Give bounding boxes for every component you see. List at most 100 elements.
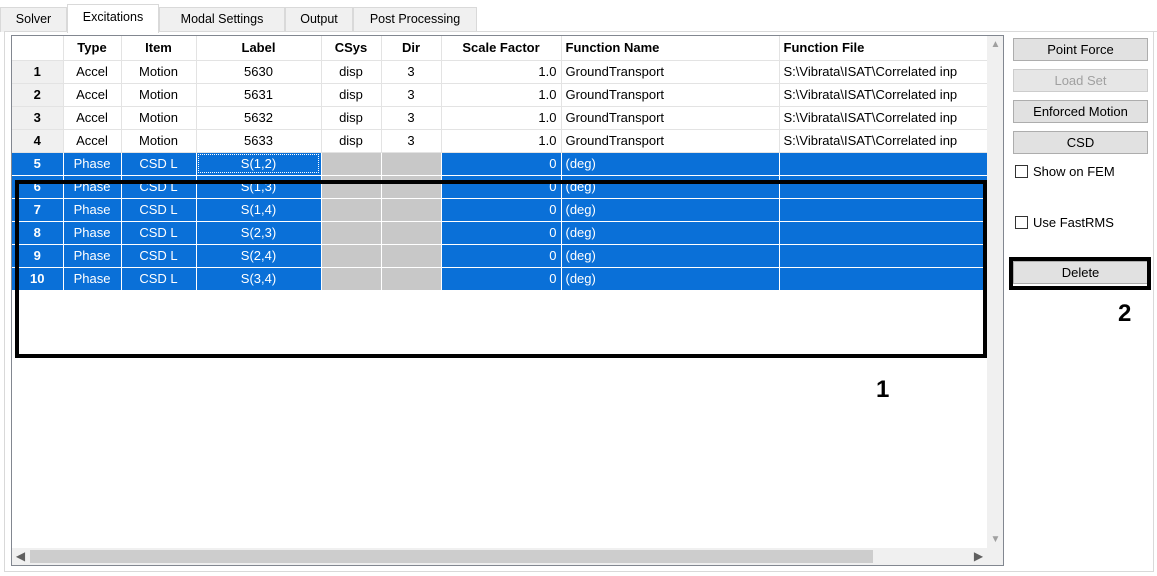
header-scale-factor[interactable]: Scale Factor: [441, 36, 562, 61]
cell-scale-factor[interactable]: 1.0: [441, 83, 562, 107]
cell-label[interactable]: 5633: [196, 129, 322, 153]
cell-csys[interactable]: disp: [321, 60, 382, 84]
cell-label[interactable]: 5631: [196, 83, 322, 107]
cell-item[interactable]: CSD L: [121, 152, 197, 176]
header-csys[interactable]: CSys: [321, 36, 382, 61]
cell-function-name[interactable]: GroundTransport: [561, 83, 780, 107]
cell-function-name[interactable]: GroundTransport: [561, 129, 780, 153]
cell-function-file[interactable]: S:\Vibrata\ISAT\Correlated inp: [779, 106, 988, 130]
cell-type[interactable]: Phase: [63, 198, 122, 222]
delete-button[interactable]: Delete: [1013, 261, 1148, 284]
cell-dir[interactable]: 3: [381, 60, 442, 84]
tab-excitations[interactable]: Excitations: [67, 4, 159, 33]
cell-csys[interactable]: [321, 221, 382, 245]
cell-label[interactable]: S(1,4): [196, 198, 322, 222]
scroll-right-icon[interactable]: ▶: [970, 548, 987, 565]
row-number[interactable]: 9: [12, 244, 64, 268]
cell-item[interactable]: Motion: [121, 106, 197, 130]
cell-label[interactable]: S(2,3): [196, 221, 322, 245]
table-row-selected[interactable]: 8 Phase CSD L S(2,3) 0 (deg): [12, 221, 988, 245]
cell-dir[interactable]: [381, 152, 442, 176]
table-row[interactable]: 2 Accel Motion 5631 disp 3 1.0 GroundTra…: [12, 83, 988, 107]
table-row[interactable]: 4 Accel Motion 5633 disp 3 1.0 GroundTra…: [12, 129, 988, 153]
cell-type[interactable]: Accel: [63, 106, 122, 130]
cell-scale-factor[interactable]: 1.0: [441, 106, 562, 130]
cell-scale-factor[interactable]: 0: [441, 175, 562, 199]
cell-item[interactable]: CSD L: [121, 198, 197, 222]
cell-function-name[interactable]: (deg): [561, 152, 780, 176]
row-number[interactable]: 1: [12, 60, 64, 84]
cell-type[interactable]: Phase: [63, 267, 122, 291]
row-number[interactable]: 8: [12, 221, 64, 245]
cell-function-file[interactable]: [779, 267, 988, 291]
cell-label[interactable]: 5630: [196, 60, 322, 84]
cell-item[interactable]: CSD L: [121, 175, 197, 199]
table-row[interactable]: 3 Accel Motion 5632 disp 3 1.0 GroundTra…: [12, 106, 988, 130]
header-type[interactable]: Type: [63, 36, 122, 61]
row-number[interactable]: 3: [12, 106, 64, 130]
cell-type[interactable]: Phase: [63, 244, 122, 268]
cell-function-name[interactable]: (deg): [561, 244, 780, 268]
cell-label[interactable]: S(1,2): [196, 152, 322, 176]
cell-scale-factor[interactable]: 0: [441, 152, 562, 176]
cell-scale-factor[interactable]: 0: [441, 244, 562, 268]
show-on-fem-checkbox[interactable]: Show on FEM: [1015, 164, 1115, 182]
cell-label[interactable]: S(3,4): [196, 267, 322, 291]
cell-csys[interactable]: [321, 152, 382, 176]
cell-scale-factor[interactable]: 1.0: [441, 129, 562, 153]
table-row-selected[interactable]: 10 Phase CSD L S(3,4) 0 (deg): [12, 267, 988, 291]
cell-scale-factor[interactable]: 0: [441, 267, 562, 291]
cell-function-file[interactable]: S:\Vibrata\ISAT\Correlated inp: [779, 83, 988, 107]
cell-function-file[interactable]: [779, 244, 988, 268]
scroll-left-icon[interactable]: ◀: [12, 548, 29, 565]
cell-csys[interactable]: [321, 198, 382, 222]
row-number[interactable]: 7: [12, 198, 64, 222]
cell-dir[interactable]: [381, 267, 442, 291]
table-row-selected[interactable]: 9 Phase CSD L S(2,4) 0 (deg): [12, 244, 988, 268]
cell-csys[interactable]: disp: [321, 129, 382, 153]
checkbox-unchecked-icon[interactable]: [1015, 165, 1028, 178]
cell-csys[interactable]: disp: [321, 106, 382, 130]
cell-function-name[interactable]: (deg): [561, 267, 780, 291]
horizontal-scroll-thumb[interactable]: [30, 550, 873, 563]
cell-function-file[interactable]: [779, 198, 988, 222]
cell-function-name[interactable]: (deg): [561, 198, 780, 222]
cell-csys[interactable]: [321, 175, 382, 199]
cell-scale-factor[interactable]: 0: [441, 198, 562, 222]
cell-item[interactable]: Motion: [121, 83, 197, 107]
header-dir[interactable]: Dir: [381, 36, 442, 61]
tab-solver[interactable]: Solver: [0, 7, 67, 32]
table-row-selected[interactable]: 5 Phase CSD L S(1,2) 0 (deg): [12, 152, 988, 176]
cell-csys[interactable]: [321, 267, 382, 291]
cell-item[interactable]: CSD L: [121, 267, 197, 291]
cell-function-name[interactable]: (deg): [561, 175, 780, 199]
cell-type[interactable]: Phase: [63, 175, 122, 199]
cell-dir[interactable]: [381, 221, 442, 245]
row-number[interactable]: 4: [12, 129, 64, 153]
scroll-down-icon[interactable]: ▼: [987, 531, 1003, 548]
cell-function-file[interactable]: S:\Vibrata\ISAT\Correlated inp: [779, 129, 988, 153]
row-number[interactable]: 5: [12, 152, 64, 176]
cell-dir[interactable]: [381, 175, 442, 199]
tab-post-processing[interactable]: Post Processing: [353, 7, 477, 32]
cell-item[interactable]: Motion: [121, 60, 197, 84]
cell-dir[interactable]: 3: [381, 83, 442, 107]
cell-item[interactable]: CSD L: [121, 221, 197, 245]
cell-dir[interactable]: [381, 244, 442, 268]
cell-label[interactable]: 5632: [196, 106, 322, 130]
cell-csys[interactable]: [321, 244, 382, 268]
header-label[interactable]: Label: [196, 36, 322, 61]
excitations-grid[interactable]: Type Item Label CSys Dir Scale Factor Fu…: [11, 35, 1004, 566]
cell-scale-factor[interactable]: 1.0: [441, 60, 562, 84]
cell-type[interactable]: Accel: [63, 60, 122, 84]
tab-output[interactable]: Output: [285, 7, 353, 32]
cell-function-name[interactable]: (deg): [561, 221, 780, 245]
scroll-up-icon[interactable]: ▲: [987, 36, 1003, 53]
table-row-selected[interactable]: 6 Phase CSD L S(1,3) 0 (deg): [12, 175, 988, 199]
cell-label[interactable]: S(1,3): [196, 175, 322, 199]
cell-type[interactable]: Phase: [63, 152, 122, 176]
cell-function-file[interactable]: [779, 175, 988, 199]
checkbox-unchecked-icon[interactable]: [1015, 216, 1028, 229]
header-function-file[interactable]: Function File: [779, 36, 988, 61]
cell-type[interactable]: Accel: [63, 83, 122, 107]
